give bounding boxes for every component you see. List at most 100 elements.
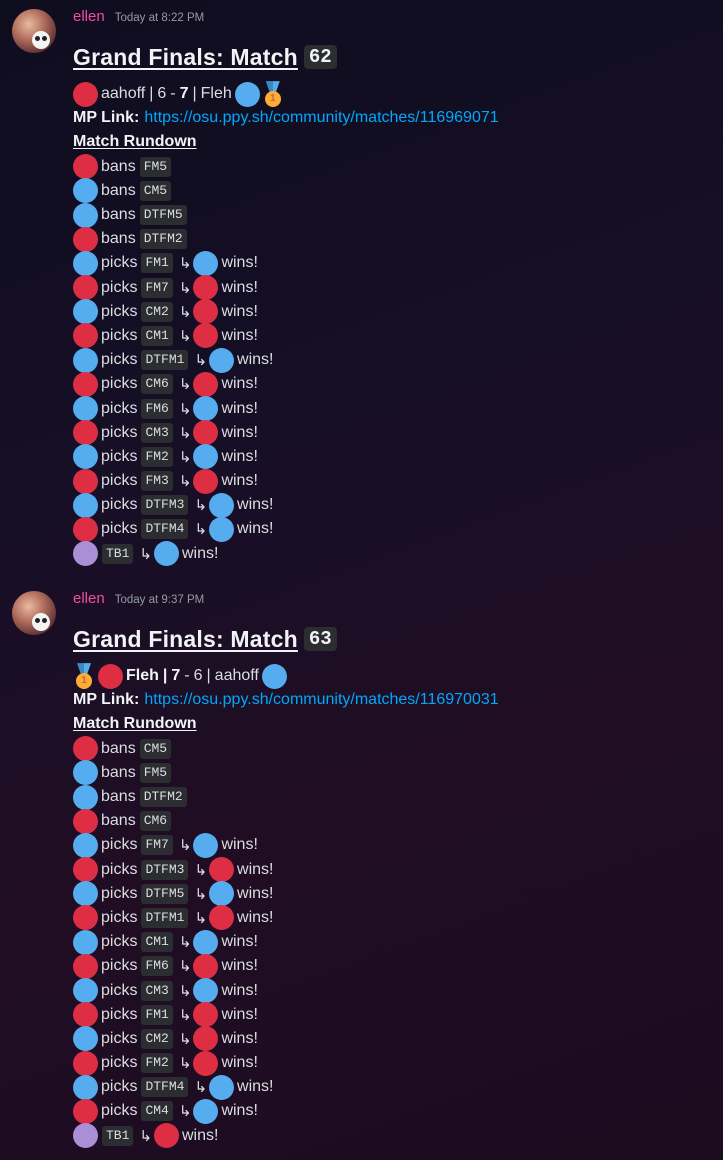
result-text: wins!: [221, 423, 258, 441]
username[interactable]: ellen: [73, 590, 105, 607]
return-arrow-icon: ↳: [178, 981, 192, 1000]
username[interactable]: ellen: [73, 8, 105, 25]
action-verb: picks: [101, 1005, 138, 1023]
score-dash: -: [170, 85, 176, 103]
action-verb: picks: [101, 375, 138, 393]
purple-circle-icon: [73, 541, 98, 567]
map-code: CM6: [139, 811, 172, 832]
map-code: FM5: [139, 156, 172, 177]
timestamp[interactable]: Today at 9:37 PM: [115, 594, 205, 606]
action-verb: bans: [101, 812, 136, 830]
match-title: Grand Finals: Match: [73, 625, 298, 652]
blue-circle-icon: [209, 1074, 235, 1100]
result-text: wins!: [221, 957, 258, 975]
result-text: wins!: [237, 908, 274, 926]
map-code: FM1: [141, 1004, 173, 1025]
first-place-medal-icon: [73, 663, 95, 690]
return-arrow-icon: ↳: [194, 1078, 208, 1097]
pick-row: picks CM1 ↳ wins!: [73, 323, 499, 349]
return-arrow-icon: ↳: [194, 496, 208, 515]
result-text: wins!: [237, 1078, 274, 1096]
avatar[interactable]: [12, 9, 56, 53]
return-arrow-icon: ↳: [178, 375, 192, 394]
return-arrow-icon: ↳: [178, 836, 192, 855]
blue-circle-icon: [209, 347, 235, 373]
action-verb: picks: [101, 278, 138, 296]
score-dash: -: [184, 667, 190, 685]
timestamp[interactable]: Today at 8:22 PM: [115, 12, 205, 24]
blue-circle-icon: [193, 832, 219, 858]
pick-row: picks FM2 ↳ wins!: [73, 444, 499, 470]
map-code: DTFM4: [141, 519, 189, 540]
result-text: wins!: [221, 326, 258, 344]
result-text: wins!: [221, 447, 258, 465]
red-circle-icon: [193, 1050, 219, 1076]
blue-circle-icon: [73, 396, 98, 422]
return-arrow-icon: ↳: [194, 860, 208, 879]
blue-circle-icon: [193, 396, 219, 422]
match-title: Grand Finals: Match: [73, 43, 298, 70]
red-circle-icon: [73, 371, 98, 397]
map-code: DTFM2: [139, 229, 187, 250]
pick-row: picks CM4 ↳ wins!: [73, 1098, 499, 1124]
pick-row: picks DTFM3 ↳ wins!: [73, 492, 499, 518]
ban-row: bans CM6: [73, 808, 499, 834]
map-code: CM2: [141, 301, 173, 322]
blue-circle-icon: [73, 299, 98, 325]
red-circle-icon: [73, 736, 98, 762]
ban-row: bans FM5: [73, 154, 499, 180]
blue-circle-icon: [209, 492, 235, 518]
result-text: wins!: [221, 302, 258, 320]
action-verb: picks: [101, 447, 138, 465]
action-verb: picks: [101, 472, 138, 490]
map-code: DTFM5: [139, 205, 187, 226]
red-circle-icon: [73, 953, 98, 979]
mp-link[interactable]: https://osu.ppy.sh/community/matches/116…: [144, 109, 498, 127]
mp-link[interactable]: https://osu.ppy.sh/community/matches/116…: [144, 691, 498, 709]
return-arrow-icon: ↳: [178, 1005, 192, 1024]
ban-row: bans CM5: [73, 736, 499, 762]
return-arrow-icon: ↳: [178, 254, 192, 273]
result-text: wins!: [221, 278, 258, 296]
action-verb: bans: [101, 181, 136, 199]
map-code: CM6: [141, 374, 173, 395]
red-circle-icon: [193, 371, 219, 397]
action-verb: bans: [101, 206, 136, 224]
result-text: wins!: [237, 860, 274, 878]
blue-circle-icon: [261, 663, 287, 689]
pick-row: picks DTFM4 ↳ wins!: [73, 516, 499, 542]
return-arrow-icon: ↳: [194, 351, 208, 370]
map-code: CM2: [141, 1028, 173, 1049]
return-arrow-icon: ↳: [139, 1126, 152, 1145]
match-rundown-label: Match Rundown: [73, 133, 197, 151]
pick-row: picks DTFM1 ↳ wins!: [73, 347, 499, 373]
map-code: FM3: [141, 471, 173, 492]
pick-row: picks FM7 ↳ wins!: [73, 275, 499, 301]
avatar[interactable]: [12, 591, 56, 635]
red-circle-icon: [193, 468, 219, 494]
pick-row: picks FM1 ↳ wins!: [73, 1002, 499, 1028]
blue-circle-icon: [209, 516, 235, 542]
message-header: ellen Today at 8:22 PM: [73, 8, 204, 28]
action-verb: bans: [101, 157, 136, 175]
panda-icon: [32, 31, 50, 49]
red-circle-icon: [73, 1002, 98, 1028]
blue-circle-icon: [73, 444, 98, 470]
red-circle-icon: [193, 1002, 219, 1028]
blue-circle-icon: [234, 81, 260, 107]
result-text: wins!: [237, 496, 274, 514]
mp-link-label: MP Link:: [73, 109, 140, 127]
left-team: aahoff: [101, 85, 146, 103]
map-code: DTFM1: [141, 350, 189, 371]
result-text: wins!: [221, 1102, 258, 1120]
match-rundown-label: Match Rundown: [73, 715, 197, 733]
return-arrow-icon: ↳: [178, 1029, 192, 1048]
chat-message: ellen Today at 9:37 PM Grand Finals: Mat…: [0, 582, 723, 1160]
pick-row: picks DTFM1 ↳ wins!: [73, 905, 499, 931]
score-line: aahoff | 6 - 7 | Fleh: [73, 81, 499, 108]
separator: |: [149, 85, 154, 103]
return-arrow-icon: ↳: [194, 884, 208, 903]
red-circle-icon: [193, 299, 219, 325]
action-verb: bans: [101, 788, 136, 806]
action-verb: picks: [101, 957, 138, 975]
